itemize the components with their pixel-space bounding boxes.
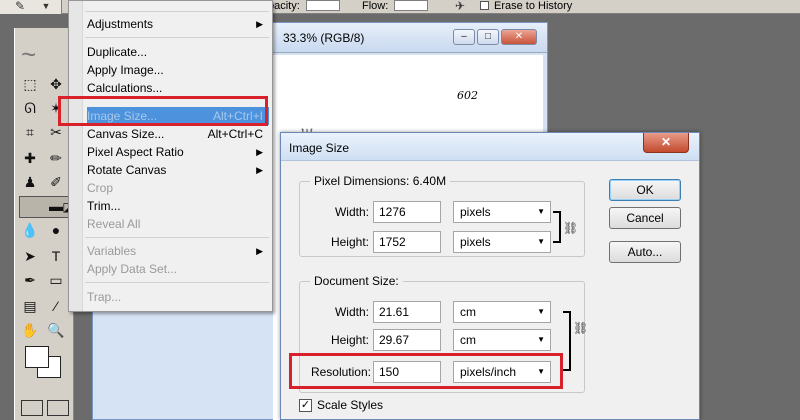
flow-field[interactable] bbox=[394, 0, 428, 11]
menu-item-adjustments[interactable]: Adjustments ▶ bbox=[87, 15, 269, 33]
submenu-arrow-icon: ▶ bbox=[256, 246, 263, 256]
erase-to-history-checkbox[interactable] bbox=[480, 1, 489, 10]
image-size-dialog: Image Size ✕ Pixel Dimensions: 6.40M Wid… bbox=[280, 132, 700, 420]
foreground-color-swatch[interactable] bbox=[25, 346, 49, 368]
page-number: 602 bbox=[457, 89, 478, 102]
menu-item-reveal-all[interactable]: Reveal All bbox=[87, 215, 269, 233]
scale-styles-label: Scale Styles bbox=[317, 398, 384, 412]
menu-item-apply-data-set[interactable]: Apply Data Set... bbox=[87, 260, 269, 278]
shape-tool-icon[interactable]: ▭ bbox=[45, 270, 67, 290]
menu-item-variables[interactable]: Variables ▶ bbox=[87, 242, 269, 260]
dodge-tool-icon[interactable]: ● bbox=[45, 220, 67, 240]
doc-height-field[interactable]: 29.67 bbox=[373, 329, 441, 351]
scale-styles-checkbox[interactable]: ✓ bbox=[299, 399, 312, 412]
chevron-down-icon: ▼ bbox=[537, 207, 545, 216]
menu-separator bbox=[85, 11, 269, 12]
document-title: 33.3% (RGB/8) bbox=[283, 31, 365, 45]
pixel-width-unit-select[interactable]: pixels ▼ bbox=[453, 201, 551, 223]
pixel-height-unit-select[interactable]: pixels ▼ bbox=[453, 231, 551, 253]
chain-link-icon: ⛓ bbox=[563, 221, 579, 235]
doc-width-field[interactable]: 21.61 bbox=[373, 301, 441, 323]
doc-width-label: Width: bbox=[334, 305, 369, 319]
menu-separator bbox=[85, 282, 269, 283]
chevron-down-icon: ▼ bbox=[41, 1, 51, 11]
close-icon[interactable]: ✕ bbox=[501, 29, 537, 45]
dialog-close-icon[interactable]: ✕ bbox=[643, 133, 689, 153]
document-size-legend: Document Size: bbox=[310, 274, 403, 288]
menu-item-calculations[interactable]: Calculations... bbox=[87, 79, 269, 97]
menu-item-crop[interactable]: Crop bbox=[87, 179, 269, 197]
airbrush-icon[interactable]: ✈ bbox=[450, 0, 470, 13]
submenu-arrow-icon: ▶ bbox=[256, 19, 263, 29]
feather-logo-icon: ~ bbox=[21, 39, 37, 69]
tool-preset-picker[interactable]: ✎ ▼ bbox=[0, 0, 62, 14]
cancel-button[interactable]: Cancel bbox=[609, 207, 681, 229]
eyedropper-tool-icon[interactable]: ⁄ bbox=[45, 296, 67, 316]
menu-item-trap[interactable]: Trap... bbox=[87, 288, 269, 306]
pixel-width-field[interactable]: 1276 bbox=[373, 201, 441, 223]
erase-to-history-label: Erase to History bbox=[494, 0, 573, 12]
dialog-title-bar: Image Size ✕ bbox=[281, 133, 699, 161]
constrain-bracket bbox=[553, 211, 561, 243]
gradient-tool-icon[interactable]: ▬ bbox=[45, 196, 67, 216]
quick-mask-button[interactable] bbox=[47, 400, 69, 416]
path-selection-tool-icon[interactable]: ➤ bbox=[19, 246, 41, 266]
hand-tool-icon[interactable]: ✋ bbox=[19, 320, 41, 340]
chevron-down-icon: ▼ bbox=[537, 307, 545, 316]
menu-item-duplicate[interactable]: Duplicate... bbox=[87, 43, 269, 61]
zoom-tool-icon[interactable]: 🔍 bbox=[45, 320, 67, 340]
toolbox-panel: ~ ⬚ ✥ ᘏ ✶ ⌗ ✂ ✚ ✏ ♟ ✐ ◪ ▬ 💧 ● ➤ T ✒ ▭ ▤ … bbox=[14, 28, 117, 420]
chevron-down-icon: ▼ bbox=[537, 335, 545, 344]
move-tool-icon[interactable]: ✥ bbox=[45, 74, 67, 94]
doc-height-unit-select[interactable]: cm ▼ bbox=[453, 329, 551, 351]
doc-height-label: Height: bbox=[330, 333, 369, 347]
submenu-arrow-icon: ▶ bbox=[256, 165, 263, 175]
history-brush-tool-icon[interactable]: ✐ bbox=[45, 172, 67, 192]
image-menu: Adjustments ▶ Duplicate... Apply Image...… bbox=[68, 0, 273, 312]
flow-label: Flow: bbox=[362, 0, 389, 12]
menu-item-canvas-size[interactable]: Canvas Size... Alt+Ctrl+C bbox=[87, 125, 269, 143]
crop-tool-icon[interactable]: ⌗ bbox=[19, 122, 41, 142]
healing-brush-tool-icon[interactable]: ✚ bbox=[19, 148, 41, 168]
submenu-arrow-icon: ▶ bbox=[256, 147, 263, 157]
menu-gutter bbox=[69, 1, 83, 311]
pixel-width-label: Width: bbox=[334, 205, 369, 219]
menu-item-trim[interactable]: Trim... bbox=[87, 197, 269, 215]
notes-tool-icon[interactable]: ▤ bbox=[19, 296, 41, 316]
standard-mode-button[interactable] bbox=[21, 400, 43, 416]
marquee-tool-icon[interactable]: ⬚ bbox=[19, 74, 41, 94]
menu-item-apply-image[interactable]: Apply Image... bbox=[87, 61, 269, 79]
clone-stamp-tool-icon[interactable]: ♟ bbox=[19, 172, 41, 192]
type-tool-icon[interactable]: T bbox=[45, 246, 67, 266]
blur-tool-icon[interactable]: 💧 bbox=[19, 220, 41, 240]
constrain-bracket bbox=[563, 311, 571, 371]
resolution-highlight-box bbox=[289, 353, 563, 389]
ok-button[interactable]: OK bbox=[609, 179, 681, 201]
menu-separator bbox=[85, 237, 269, 238]
minimize-icon[interactable]: – bbox=[453, 29, 475, 45]
lasso-tool-icon[interactable]: ᘏ bbox=[19, 98, 41, 118]
doc-width-unit-select[interactable]: cm ▼ bbox=[453, 301, 551, 323]
menu-item-pixel-aspect-ratio[interactable]: Pixel Aspect Ratio ▶ bbox=[87, 143, 269, 161]
image-size-highlight-box bbox=[58, 96, 268, 126]
eraser-icon: ✎ bbox=[14, 0, 26, 13]
auto-button[interactable]: Auto... bbox=[609, 241, 681, 263]
menu-separator bbox=[85, 37, 269, 38]
pixel-height-field[interactable]: 1752 bbox=[373, 231, 441, 253]
pixel-dimensions-legend: Pixel Dimensions: 6.40M bbox=[310, 174, 451, 188]
brush-tool-icon[interactable]: ✏ bbox=[45, 148, 67, 168]
menu-item-rotate-canvas[interactable]: Rotate Canvas ▶ bbox=[87, 161, 269, 179]
chain-link-icon: ⛓ bbox=[573, 321, 589, 335]
maximize-icon[interactable]: □ bbox=[477, 29, 499, 45]
pixel-height-label: Height: bbox=[330, 235, 369, 249]
opacity-field[interactable] bbox=[306, 0, 340, 11]
dialog-title: Image Size bbox=[289, 141, 350, 155]
chevron-down-icon: ▼ bbox=[537, 237, 545, 246]
pen-tool-icon[interactable]: ✒ bbox=[19, 270, 41, 290]
